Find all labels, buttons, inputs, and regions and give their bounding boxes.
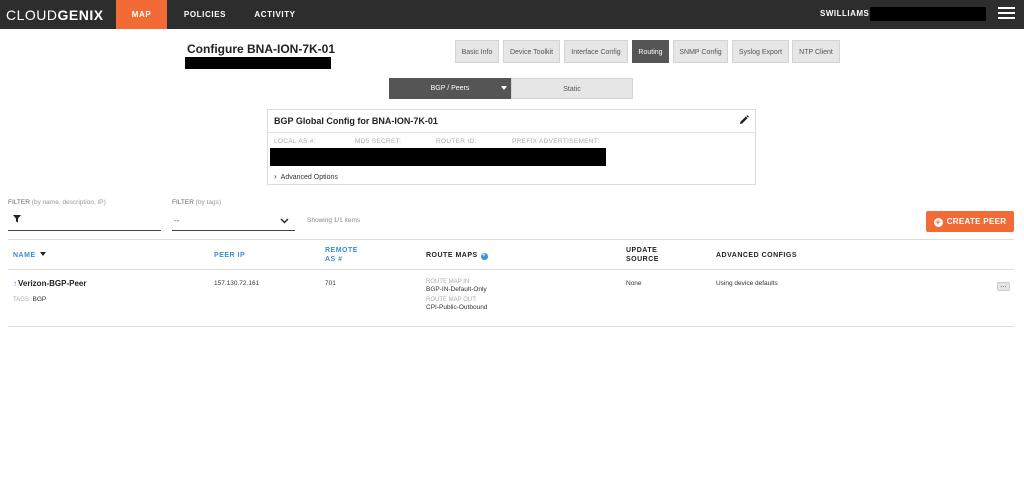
tags-label: TAGS: <box>13 297 31 303</box>
plus-circle-icon: + <box>933 217 943 227</box>
update-source-cell: None <box>626 280 642 287</box>
status-up-icon: ↑ <box>13 279 17 288</box>
redacted-block <box>870 7 986 21</box>
header-label: AS # <box>325 256 343 263</box>
remote-as-cell: 701 <box>325 280 336 287</box>
segment-bgp-peers[interactable]: BGP / Peers <box>389 78 511 99</box>
tag-value: BGP <box>32 296 47 303</box>
redacted-block <box>185 57 331 69</box>
filter-label: FILTER <box>8 199 30 206</box>
redacted-block <box>270 148 606 166</box>
filter-name-label: FILTER (by name, description, IP) <box>8 199 106 206</box>
route-map-out-label: ROUTE MAP OUT: <box>426 297 477 303</box>
header-label: SOURCE <box>626 256 659 263</box>
nav-policies[interactable]: POLICIES <box>180 0 230 29</box>
tags-select-value: -- <box>174 216 180 225</box>
column-header-route-maps: ROUTE MAPS + <box>426 251 488 260</box>
header-label: REMOTE <box>325 247 358 254</box>
chevron-down-icon <box>280 218 289 224</box>
showing-count: Showing 1/1 items <box>307 217 361 224</box>
route-map-in-value: BGP-IN-Default-Only <box>426 286 487 293</box>
add-info-icon[interactable]: + <box>480 253 488 260</box>
logo-text-bold: GENIX <box>57 7 104 23</box>
table-row: ↑Verizon-BGP-Peer TAGS: BGP 157.130.72.1… <box>8 270 1014 327</box>
peer-name: Verizon-BGP-Peer <box>18 279 87 288</box>
caret-down-icon <box>501 86 507 90</box>
filter-search-input[interactable] <box>8 210 161 231</box>
edit-pencil-icon[interactable] <box>739 115 749 125</box>
cloudgenix-logo[interactable]: CLOUDGENIX <box>6 7 104 23</box>
tab-interface-config[interactable]: Interface Config <box>564 40 628 63</box>
column-header-remote-as[interactable]: REMOTE AS # <box>325 246 358 264</box>
header-label: UPDATE <box>626 247 658 254</box>
tab-ntp-client[interactable]: NTP Client <box>792 40 840 63</box>
tags-select[interactable]: -- <box>172 210 295 231</box>
user-name[interactable]: SWILLIAMS <box>820 9 869 18</box>
prefix-advertisement-label: PREFIX ADVERTISEMENT: <box>512 138 600 145</box>
table-header: NAME PEER IP REMOTE AS # ROUTE MAPS + UPD… <box>8 239 1014 270</box>
column-header-name[interactable]: NAME <box>13 251 46 260</box>
advanced-configs-cell: Using device defaults <box>716 280 778 287</box>
hamburger-menu-icon[interactable] <box>998 7 1015 21</box>
tab-syslog-export[interactable]: Syslog Export <box>732 40 789 63</box>
header-label: ROUTE MAPS <box>426 252 478 259</box>
filter-tags-label: FILTER (by tags) <box>172 199 221 206</box>
segment-static[interactable]: Static <box>511 78 633 99</box>
nav-map[interactable]: MAP <box>116 0 167 29</box>
filter-hint: (by name, description, IP) <box>31 199 106 206</box>
panel-title: BGP Global Config for BNA-ION-7K-01 <box>274 116 438 126</box>
create-peer-button[interactable]: + CREATE PEER <box>926 211 1014 232</box>
nav-activity[interactable]: ACTIVITY <box>250 0 300 29</box>
tab-routing[interactable]: Routing <box>632 40 669 63</box>
router-id-label: ROUTER ID: <box>436 138 477 145</box>
tab-snmp-config[interactable]: SNMP Config <box>673 40 728 63</box>
route-map-out-value: CPI-Public-Outbound <box>426 304 488 311</box>
md5-secret-label: MD5 SECRET: <box>355 138 402 145</box>
divider <box>268 132 755 133</box>
row-actions-menu-button[interactable]: ... <box>997 281 1010 291</box>
advanced-options-label: Advanced Options <box>280 174 338 181</box>
create-peer-label: CREATE PEER <box>946 217 1007 226</box>
page-title: Configure BNA-ION-7K-01 <box>187 42 336 56</box>
logo-text-light: CLOUD <box>6 7 58 23</box>
top-nav-bar: CLOUDGENIX MAP POLICIES ACTIVITY SWILLIA… <box>0 0 1024 29</box>
route-map-in-label: ROUTE MAP IN: <box>426 279 471 285</box>
column-header-advanced-configs: ADVANCED CONFIGS <box>716 252 797 259</box>
bgp-global-config-panel: BGP Global Config for BNA-ION-7K-01 LOCA… <box>267 109 756 185</box>
funnel-filter-icon <box>13 215 21 223</box>
route-maps-cell: ROUTE MAP IN: BGP-IN-Default-Only ROUTE … <box>426 279 487 311</box>
tab-device-toolkit[interactable]: Device Toolkit <box>503 40 560 63</box>
peer-tags: TAGS: BGP <box>13 296 46 303</box>
header-label: NAME <box>13 252 36 259</box>
column-header-update-source: UPDATE SOURCE <box>626 246 659 264</box>
tab-basic-info[interactable]: Basic Info <box>455 40 499 63</box>
segment-bgp-label: BGP / Peers <box>430 85 470 92</box>
chevron-right-icon: › <box>274 172 277 181</box>
filter-label: FILTER <box>172 199 194 206</box>
advanced-options-toggle[interactable]: › Advanced Options <box>274 172 338 181</box>
peer-name-cell[interactable]: ↑Verizon-BGP-Peer <box>13 279 86 288</box>
sort-down-icon <box>39 252 46 256</box>
local-as-label: LOCAL AS #: <box>274 138 316 145</box>
column-header-peer-ip[interactable]: PEER IP <box>214 251 245 260</box>
filter-hint: (by tags) <box>195 199 222 206</box>
peer-ip-cell: 157.130.72.161 <box>214 280 260 287</box>
